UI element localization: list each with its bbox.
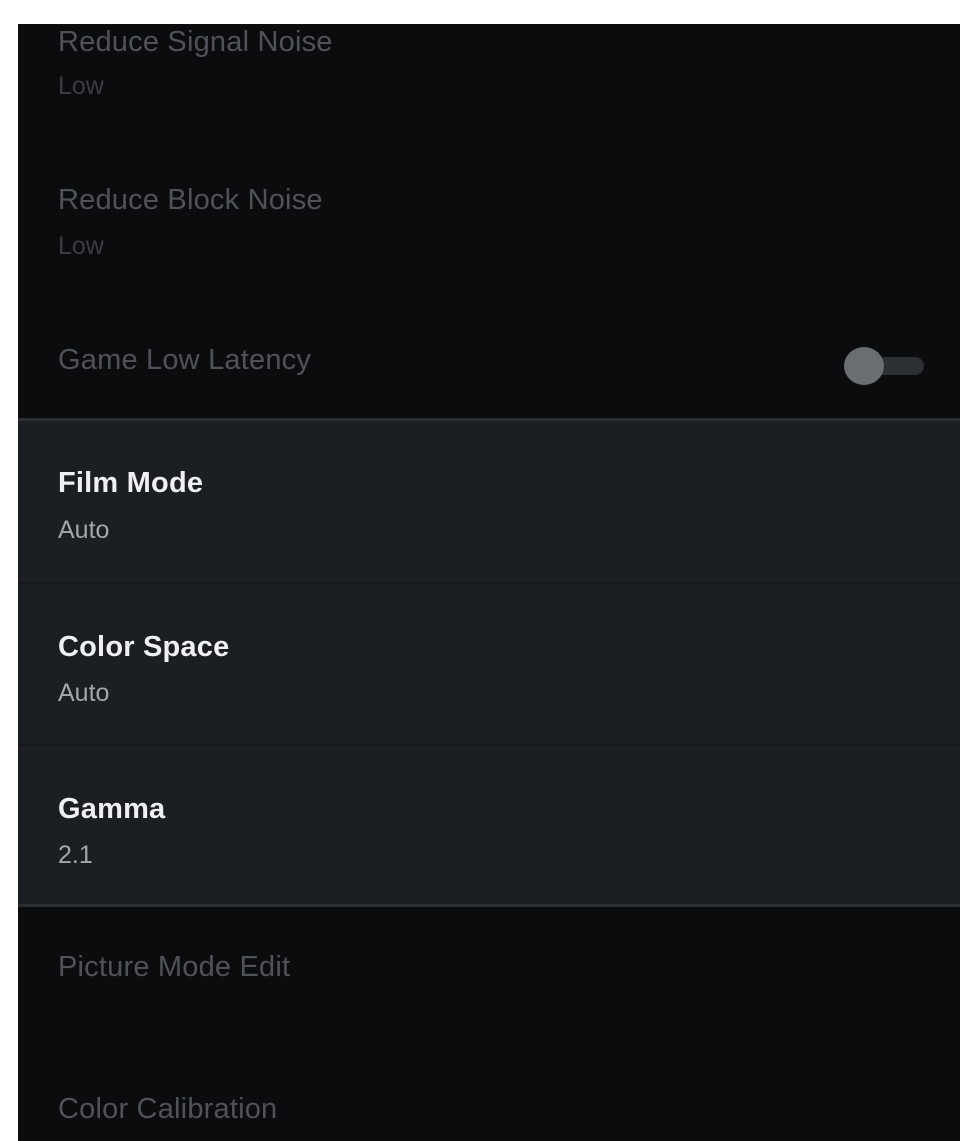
setting-label: Reduce Signal Noise [58, 26, 333, 58]
setting-value: Low [58, 72, 104, 100]
setting-label: Picture Mode Edit [58, 951, 291, 983]
setting-picture-mode-edit[interactable]: Picture Mode Edit [18, 907, 960, 1057]
game-low-latency-toggle[interactable] [838, 347, 926, 385]
setting-color-calibration[interactable]: Color Calibration [18, 1057, 960, 1141]
setting-value: Auto [58, 679, 110, 707]
setting-value: 2.1 [58, 841, 93, 869]
setting-label: Color Calibration [58, 1093, 278, 1125]
setting-label: Film Mode [58, 467, 204, 499]
setting-label: Color Space [58, 631, 230, 663]
setting-label: Game Low Latency [58, 344, 312, 376]
setting-gamma[interactable]: Gamma 2.1 [18, 746, 960, 904]
setting-label: Gamma [58, 793, 166, 825]
setting-label: Reduce Block Noise [58, 184, 323, 216]
setting-reduce-signal-noise[interactable]: Reduce Signal Noise Low [18, 24, 960, 164]
setting-reduce-block-noise[interactable]: Reduce Block Noise Low [18, 164, 960, 324]
settings-screen: Reduce Signal Noise Low Reduce Block Noi… [18, 24, 960, 1141]
setting-value: Low [58, 232, 104, 260]
setting-game-low-latency[interactable]: Game Low Latency [18, 324, 960, 418]
setting-value: Auto [58, 516, 110, 544]
setting-color-space[interactable]: Color Space Auto [18, 584, 960, 744]
toggle-knob [844, 347, 884, 385]
setting-film-mode[interactable]: Film Mode Auto [18, 421, 960, 582]
